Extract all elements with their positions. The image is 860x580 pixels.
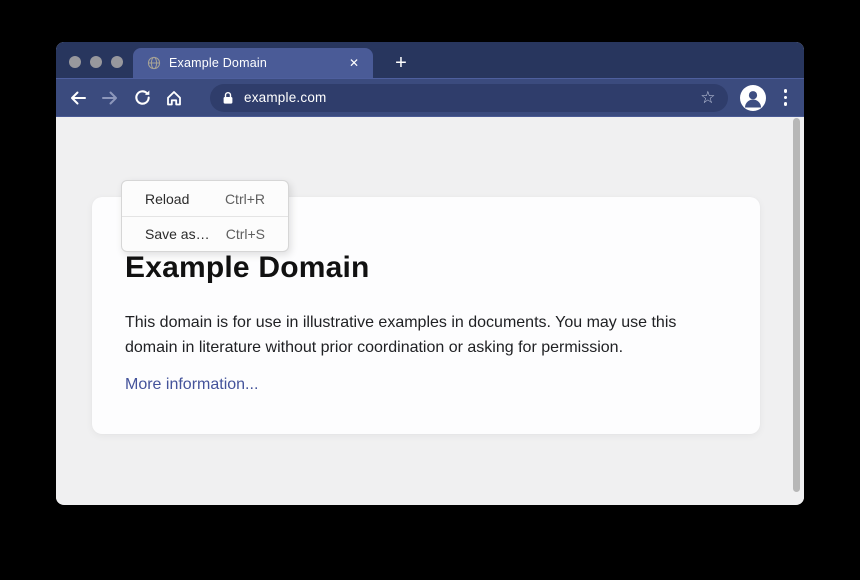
window-minimize-button[interactable] bbox=[90, 56, 102, 68]
forward-button[interactable] bbox=[100, 88, 120, 108]
menu-item-label: Reload bbox=[145, 191, 189, 207]
dot bbox=[784, 102, 788, 106]
browser-menu-button[interactable] bbox=[782, 87, 790, 108]
title-bar: Example Domain ✕ + bbox=[56, 42, 804, 78]
page-title: Example Domain bbox=[125, 251, 727, 285]
arrow-left-icon bbox=[68, 88, 88, 108]
person-icon bbox=[740, 85, 766, 111]
menu-item-shortcut: Ctrl+R bbox=[225, 191, 265, 207]
browser-toolbar: example.com ☆ bbox=[56, 78, 804, 117]
window-zoom-button[interactable] bbox=[111, 56, 123, 68]
window-close-button[interactable] bbox=[69, 56, 81, 68]
tab-title: Example Domain bbox=[169, 56, 345, 70]
address-bar[interactable]: example.com ☆ bbox=[210, 84, 728, 112]
arrow-right-icon bbox=[100, 88, 120, 108]
vertical-scrollbar[interactable] bbox=[793, 118, 800, 492]
more-information-link[interactable]: More information... bbox=[125, 376, 258, 394]
tab-favicon-globe-icon bbox=[147, 56, 161, 70]
url-text[interactable]: example.com bbox=[244, 90, 698, 105]
page-viewport: Example Domain This domain is for use in… bbox=[56, 117, 804, 504]
bookmark-star-icon[interactable]: ☆ bbox=[698, 89, 717, 106]
new-tab-button[interactable]: + bbox=[386, 48, 416, 78]
browser-window: Example Domain ✕ + bbox=[56, 42, 804, 505]
tab-close-icon[interactable]: ✕ bbox=[345, 54, 363, 72]
reload-icon bbox=[133, 88, 152, 107]
context-menu-item-reload[interactable]: Reload Ctrl+R bbox=[122, 181, 288, 216]
back-button[interactable] bbox=[68, 88, 88, 108]
menu-item-shortcut: Ctrl+S bbox=[226, 226, 265, 242]
context-menu: Reload Ctrl+R Save as… Ctrl+S bbox=[121, 180, 289, 252]
context-menu-item-save-as[interactable]: Save as… Ctrl+S bbox=[122, 216, 288, 251]
window-controls bbox=[69, 56, 123, 68]
dot bbox=[784, 89, 788, 93]
dot bbox=[784, 96, 788, 100]
browser-tab-example-domain[interactable]: Example Domain ✕ bbox=[133, 48, 373, 78]
page-paragraph: This domain is for use in illustrative e… bbox=[125, 310, 710, 360]
profile-avatar-button[interactable] bbox=[740, 85, 766, 111]
menu-item-label: Save as… bbox=[145, 226, 210, 242]
reload-button[interactable] bbox=[132, 88, 152, 108]
lock-icon[interactable] bbox=[222, 91, 234, 105]
home-icon bbox=[164, 88, 184, 108]
home-button[interactable] bbox=[164, 88, 184, 108]
